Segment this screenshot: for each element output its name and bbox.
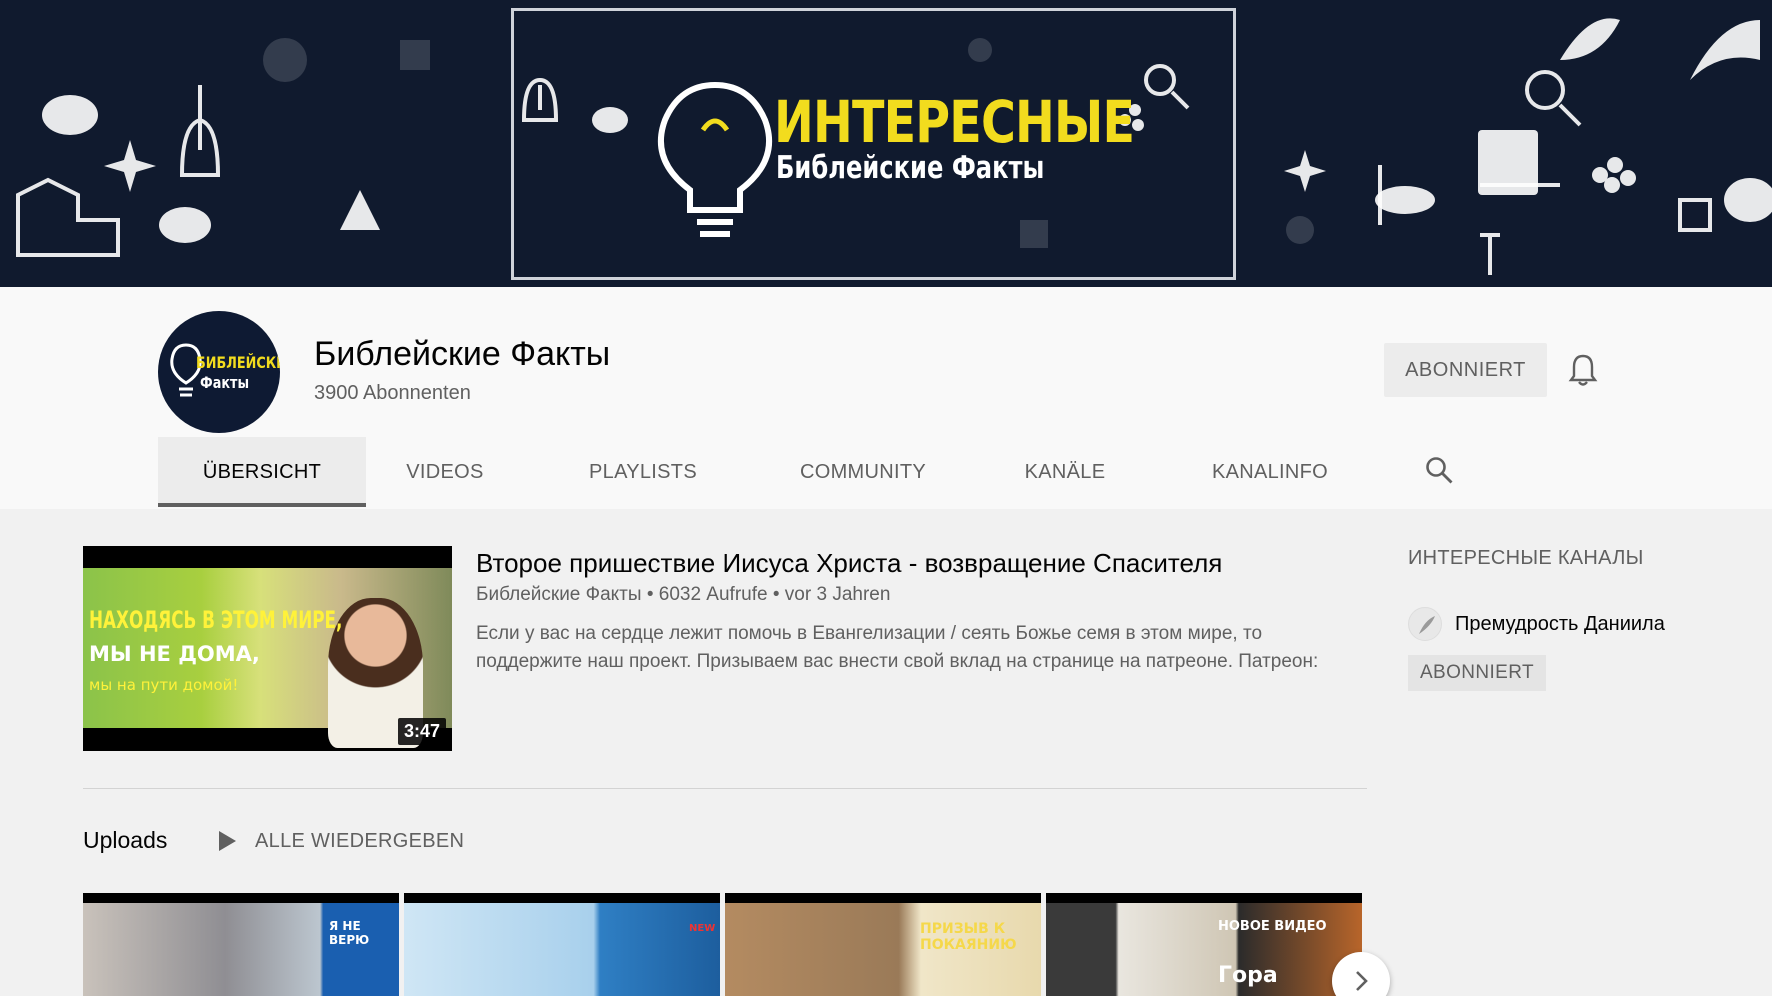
thumbnail-text-line1: НАХОДЯСЬ В ЭТОМ МИРЕ, (89, 606, 343, 634)
featured-age: vor 3 Jahren (784, 584, 891, 605)
featured-channel-link[interactable]: Библейские Факты (476, 584, 642, 605)
featured-channel-avatar[interactable] (1408, 607, 1442, 641)
meta-separator: • (772, 584, 785, 605)
tab-about[interactable]: KANALINFO (1194, 437, 1346, 507)
upload-thumbnail[interactable]: Я НЕ ВЕРЮ (83, 893, 399, 996)
upload-thumbnail-text: НОВОЕ ВИДЕО (1218, 919, 1327, 934)
upload-thumbnail-text: Я НЕ ВЕРЮ (329, 919, 370, 947)
play-icon[interactable] (217, 830, 237, 852)
upload-thumbnail[interactable]: НОВОЕ ВИДЕО Гора (1046, 893, 1362, 996)
channel-name: Библейские Факты (314, 335, 611, 373)
upload-thumbnail[interactable]: NEW (404, 893, 720, 996)
banner-subtitle: Библейские Факты (776, 150, 1045, 186)
channel-avatar[interactable]: БИБЛЕЙСКИЕ Факты (158, 311, 280, 433)
thumbnail-text-line2: МЫ НЕ ДОМА, (89, 642, 260, 666)
tab-overview[interactable]: ÜBERSICHT (158, 437, 366, 507)
featured-video-title[interactable]: Второе пришествие Иисуса Христа - возвра… (476, 548, 1222, 579)
bell-icon[interactable] (1567, 353, 1599, 387)
avatar-text-top: БИБЛЕЙСКИЕ (196, 353, 280, 372)
uploads-heading[interactable]: Uploads (83, 827, 167, 854)
banner-title: ИНТЕРЕСНЫЕ (774, 88, 1135, 156)
subscribe-button[interactable]: ABONNIERT (1384, 343, 1547, 397)
section-divider (83, 788, 1367, 789)
tab-community[interactable]: COMMUNITY (778, 437, 948, 507)
featured-channels-title: ИНТЕРЕСНЫЕ КАНАЛЫ (1408, 547, 1644, 569)
upload-thumbnail[interactable]: ПРИЗЫВ К ПОКАЯНИЮ (725, 893, 1041, 996)
subscriber-count: 3900 Abonnenten (314, 382, 471, 404)
chevron-right-icon (1356, 971, 1368, 991)
featured-views: 6032 Aufrufe (658, 584, 768, 605)
featured-thumbnail-image: НАХОДЯСЬ В ЭТОМ МИРЕ, МЫ НЕ ДОМА, мы на … (83, 568, 452, 748)
thumbnail-text-line3: мы на пути домой! (89, 676, 239, 694)
search-icon[interactable] (1424, 455, 1454, 485)
tab-videos[interactable]: VIDEOS (390, 437, 500, 507)
featured-video-meta: Библейские Факты • 6032 Aufrufe • vor 3 … (476, 584, 890, 606)
featured-channel-name[interactable]: Премудрость Даниила (1455, 613, 1665, 636)
tab-playlists[interactable]: PLAYLISTS (578, 437, 708, 507)
play-all-button[interactable]: ALLE WIEDERGEBEN (255, 830, 464, 853)
featured-channel-subscribe-button[interactable]: ABONNIERT (1408, 655, 1546, 691)
upload-thumbnail-text: Гора (1218, 963, 1278, 988)
avatar-text-bottom: Факты (200, 373, 250, 392)
upload-thumbnail-text: NEW (689, 923, 716, 934)
tab-channels[interactable]: KANÄLE (1010, 437, 1120, 507)
carousel-next-button[interactable] (1332, 952, 1390, 996)
upload-thumbnail-text: ПРИЗЫВ К ПОКАЯНИЮ (920, 921, 1017, 953)
featured-video-description: Если у вас на сердце лежит помочь в Еван… (476, 623, 1319, 672)
video-duration: 3:47 (397, 718, 446, 745)
channel-banner: ИНТЕРЕСНЫЕ Библейские Факты (0, 0, 1772, 287)
featured-video-thumbnail[interactable]: НАХОДЯСЬ В ЭТОМ МИРЕ, МЫ НЕ ДОМА, мы на … (83, 546, 452, 751)
quill-icon (1419, 616, 1435, 634)
meta-separator: • (646, 584, 659, 605)
